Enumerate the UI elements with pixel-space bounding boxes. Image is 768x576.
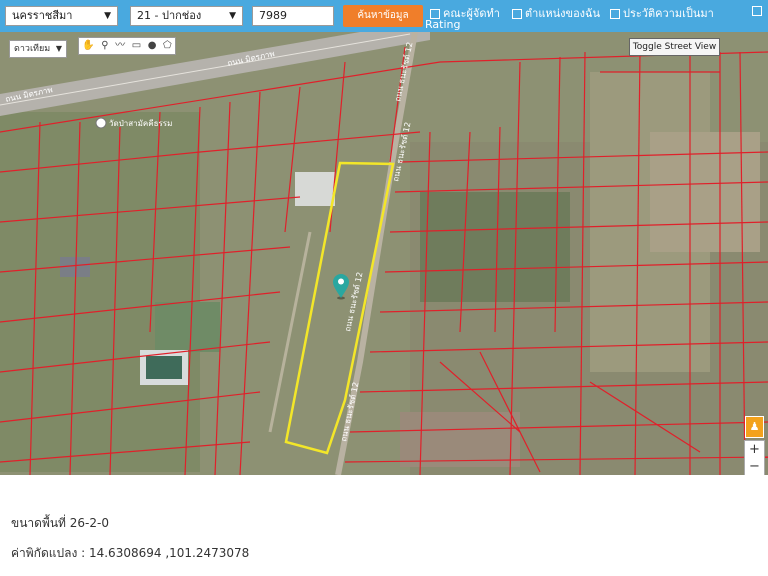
checkbox-history[interactable]: ประวัติความเป็นมา <box>610 4 714 22</box>
polyline-icon[interactable]: 〰 <box>115 38 125 54</box>
checkbox-rating[interactable] <box>752 4 765 17</box>
temple-label: วัดป่าสามัคคีธรรม <box>109 119 172 128</box>
checkbox-icon <box>610 9 620 19</box>
pegman-icon[interactable]: ♟ <box>745 416 764 438</box>
checkbox-my-location[interactable]: ตำแหน่งของฉัน <box>512 4 600 22</box>
village-block <box>400 412 520 467</box>
province-value: นครราชสีมา <box>12 9 73 22</box>
orchard-block <box>420 192 570 302</box>
hand-icon[interactable]: ✋ <box>82 38 94 54</box>
polygon-icon[interactable]: ⬠ <box>163 38 172 54</box>
rating-label: Rating <box>425 18 461 31</box>
building-roof <box>295 172 335 206</box>
circle-icon[interactable]: ● <box>148 38 157 54</box>
marker-icon[interactable]: ⚲ <box>101 38 108 54</box>
district-select[interactable]: 21 - ปากช่อง ▼ <box>130 6 243 26</box>
checkbox-history-label: ประวัติความเป็นมา <box>623 7 714 20</box>
map-type-value: ดาวเทียม <box>14 44 51 54</box>
temple-icon <box>95 117 107 129</box>
checkbox-my-location-label: ตำแหน่งของฉัน <box>525 7 601 20</box>
chevron-down-icon: ▼ <box>229 11 236 21</box>
search-button[interactable]: ค้นหาข้อมูล <box>343 5 423 27</box>
zoom-control: + − <box>744 440 765 475</box>
coordinate-info: ค่าพิกัดแปลง : 14.6308694 ,101.2473078 <box>11 546 250 560</box>
toggle-street-view-button[interactable]: Toggle Street View <box>629 38 720 56</box>
map-view[interactable]: ถนน มิตรภาพ ถนน มิตรภาพ ถนน ธนะรัชต์ 12 … <box>0 32 768 475</box>
map-type-select[interactable]: ดาวเทียม ▼ <box>9 40 67 58</box>
orchard-west <box>155 302 220 352</box>
zoom-out-button[interactable]: − <box>745 458 764 475</box>
rectangle-icon[interactable]: ▭ <box>132 38 141 54</box>
district-value: 21 - ปากช่อง <box>137 9 202 22</box>
satellite-map: ถนน มิตรภาพ ถนน มิตรภาพ ถนน ธนะรัชต์ 12 … <box>0 32 768 475</box>
area-info: ขนาดพื้นที่ 26-2-0 <box>11 516 109 530</box>
drawing-toolbar: ✋ ⚲ 〰 ▭ ● ⬠ <box>78 37 176 55</box>
chevron-down-icon: ▼ <box>104 11 111 21</box>
pond <box>146 356 182 379</box>
zoom-in-button[interactable]: + <box>745 441 764 458</box>
chevron-down-icon: ▼ <box>55 44 62 53</box>
field-northeast <box>650 132 760 252</box>
province-select[interactable]: นครราชสีมา ▼ <box>5 6 118 26</box>
checkbox-icon <box>512 9 522 19</box>
parcel-number-input[interactable]: 7989 <box>252 6 334 26</box>
top-toolbar: นครราชสีมา ▼ 21 - ปากช่อง ▼ 7989 ค้นหาข้… <box>0 0 768 32</box>
checkbox-icon <box>752 6 762 16</box>
